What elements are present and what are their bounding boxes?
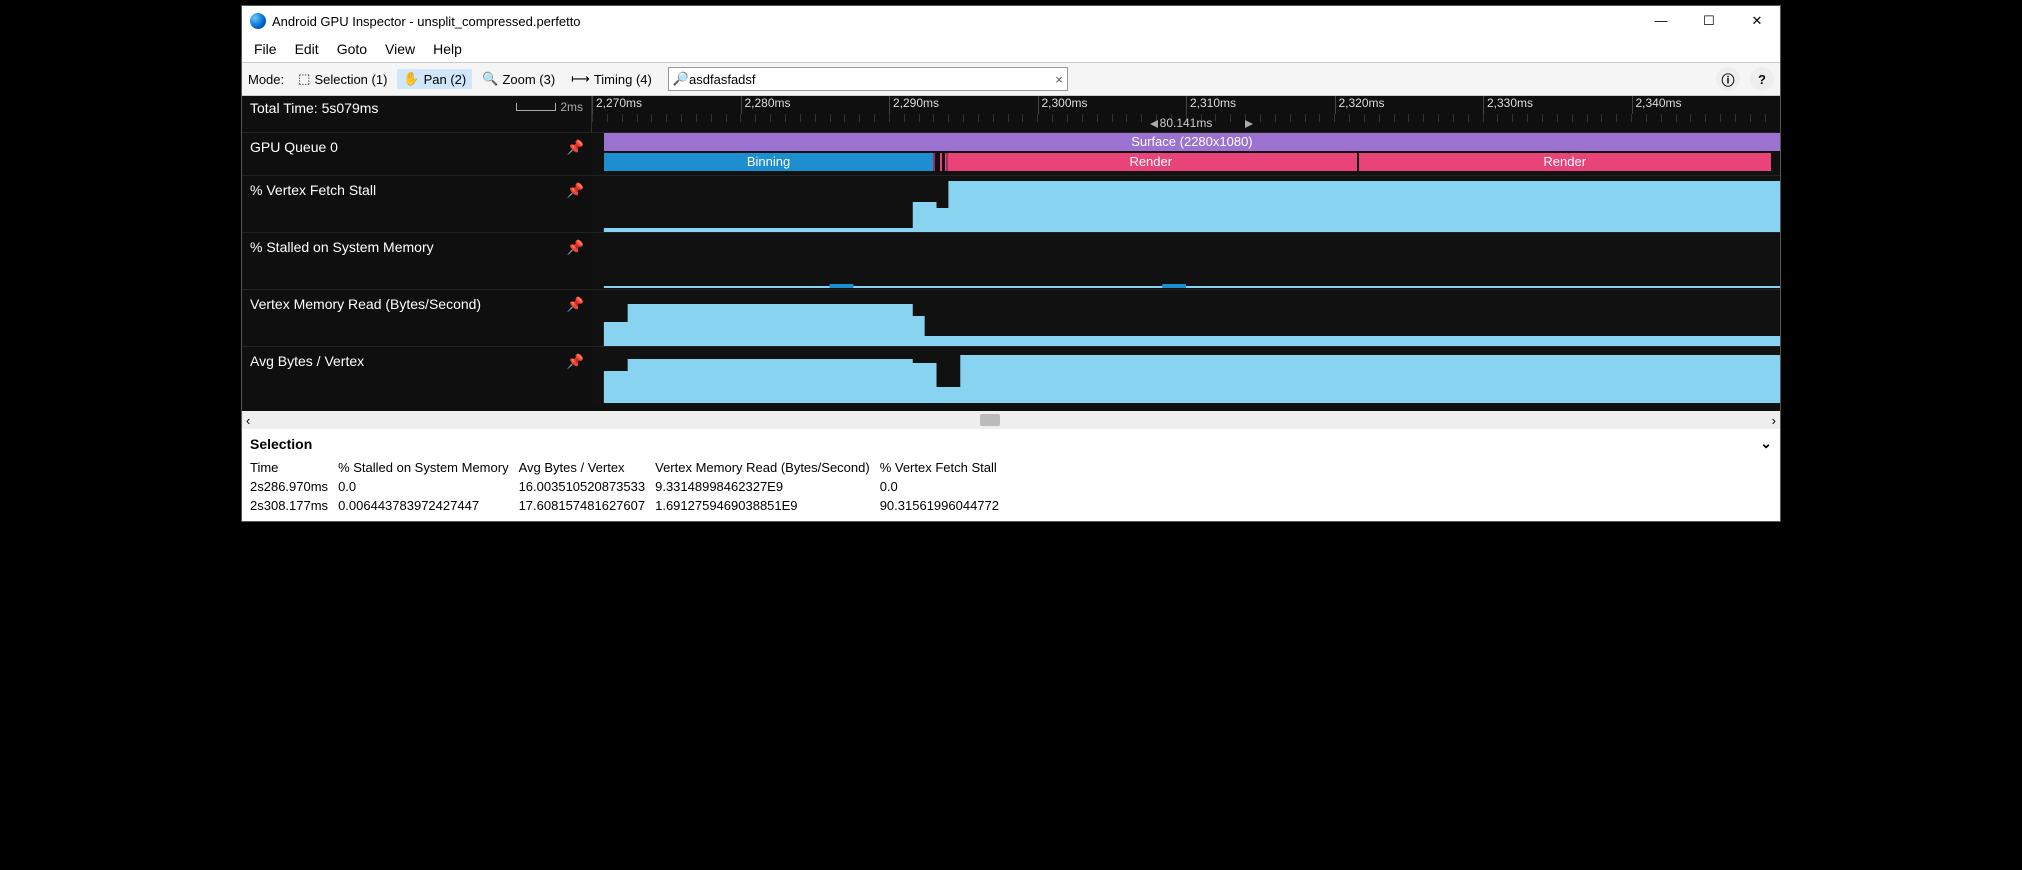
range-arrow-right-icon xyxy=(1245,120,1253,128)
table-header[interactable]: % Vertex Fetch Stall xyxy=(880,458,1009,477)
total-time: Total Time: 5s079ms xyxy=(250,100,378,116)
window-title: Android GPU Inspector - unsplit_compress… xyxy=(272,14,1646,29)
table-header[interactable]: % Stalled on System Memory xyxy=(338,458,519,477)
help-button[interactable]: ? xyxy=(1750,67,1774,91)
track-label-avg-bytes: Avg Bytes / Vertex xyxy=(250,353,364,369)
table-header[interactable]: Time xyxy=(250,458,338,477)
mode-pan-label: Pan (2) xyxy=(424,72,467,87)
range-annotation: 80.141ms xyxy=(592,116,1780,130)
time-ruler[interactable]: 2,270ms2,280ms2,290ms2,300ms2,310ms2,320… xyxy=(592,96,1780,132)
pin-icon[interactable]: 📌 xyxy=(567,296,584,313)
search-box[interactable]: 🔎 × xyxy=(668,67,1068,91)
menu-file[interactable]: File xyxy=(246,38,285,60)
scroll-thumb[interactable] xyxy=(980,414,1000,426)
mode-zoom-label: Zoom (3) xyxy=(502,72,555,87)
scroll-right-icon[interactable]: › xyxy=(1772,413,1776,428)
menu-view[interactable]: View xyxy=(377,38,423,60)
selection-table: Time% Stalled on System MemoryAvg Bytes … xyxy=(250,458,1009,515)
close-button[interactable]: ✕ xyxy=(1742,13,1772,29)
table-header[interactable]: Avg Bytes / Vertex xyxy=(519,458,656,477)
pin-icon[interactable]: 📌 xyxy=(567,353,584,370)
app-window: Android GPU Inspector - unsplit_compress… xyxy=(241,5,1781,522)
table-row[interactable]: 2s286.970ms0.016.0035105208735339.331489… xyxy=(250,477,1009,496)
track-label-vertex-fetch: % Vertex Fetch Stall xyxy=(250,182,376,198)
selection-title: Selection xyxy=(250,436,312,452)
selection-icon: ⬚ xyxy=(298,71,310,87)
track-body-gpu-queue[interactable]: Surface (2280x1080) Binning Render Rende… xyxy=(592,133,1780,175)
menubar: File Edit Goto View Help xyxy=(242,36,1780,62)
menu-help[interactable]: Help xyxy=(425,38,470,60)
chevron-down-icon[interactable]: ⌄ xyxy=(1760,435,1772,452)
track-gpu-queue: GPU Queue 0 📌 Surface (2280x1080) Binnin… xyxy=(242,132,1780,175)
app-icon xyxy=(250,13,266,29)
track-avg-bytes: Avg Bytes / Vertex 📌 xyxy=(242,346,1780,403)
ruler-tick: 2,290ms xyxy=(889,96,1038,114)
table-row[interactable]: 2s308.177ms0.00644378397242744717.608157… xyxy=(250,496,1009,515)
search-icon: 🔎 xyxy=(673,71,689,87)
maximize-button[interactable]: ☐ xyxy=(1694,13,1724,29)
stage-render-1[interactable]: Render xyxy=(945,153,1357,171)
timeline-header: Total Time: 5s079ms 2ms 2,270ms2,280ms2,… xyxy=(242,96,1780,132)
stage-render-2[interactable]: Render xyxy=(1359,153,1771,171)
ruler-tick: 2,330ms xyxy=(1483,96,1632,114)
timeline[interactable]: Total Time: 5s079ms 2ms 2,270ms2,280ms2,… xyxy=(242,96,1780,411)
horizontal-scrollbar[interactable]: ‹ › xyxy=(242,411,1780,429)
pan-icon: ✋ xyxy=(403,71,419,87)
pin-icon[interactable]: 📌 xyxy=(567,139,584,156)
track-stalled-sysmem: % Stalled on System Memory 📌 xyxy=(242,232,1780,289)
track-vertex-fetch-stall: % Vertex Fetch Stall 📌 xyxy=(242,175,1780,232)
graph-avg-bytes[interactable] xyxy=(592,347,1780,403)
scroll-left-icon[interactable]: ‹ xyxy=(246,413,250,428)
stage-sliver[interactable] xyxy=(933,153,935,171)
surface-bar[interactable]: Surface (2280x1080) xyxy=(604,133,1780,151)
graph-vertex-fetch[interactable] xyxy=(592,176,1780,232)
graph-vmem-read[interactable] xyxy=(592,290,1780,346)
track-vmem-read: Vertex Memory Read (Bytes/Second) 📌 xyxy=(242,289,1780,346)
mode-label: Mode: xyxy=(248,72,284,87)
pin-icon[interactable]: 📌 xyxy=(567,239,584,256)
search-input[interactable] xyxy=(689,72,1055,87)
mode-selection[interactable]: ⬚ Selection (1) xyxy=(292,69,393,89)
zoom-icon: 🔍 xyxy=(482,71,498,87)
timing-icon: ⟼ xyxy=(571,71,590,87)
stage-sliver[interactable] xyxy=(940,153,942,171)
toolbar: Mode: ⬚ Selection (1) ✋ Pan (2) 🔍 Zoom (… xyxy=(242,62,1780,96)
table-header[interactable]: Vertex Memory Read (Bytes/Second) xyxy=(655,458,880,477)
graph-stalled-sysmem[interactable] xyxy=(592,233,1780,289)
ruler-tick: 2,270ms xyxy=(592,96,741,114)
track-label-stalled-sysmem: % Stalled on System Memory xyxy=(250,239,434,255)
ruler-tick: 2,320ms xyxy=(1335,96,1484,114)
ruler-tick: 2,280ms xyxy=(741,96,890,114)
mode-timing-label: Timing (4) xyxy=(594,72,652,87)
mode-timing[interactable]: ⟼ Timing (4) xyxy=(565,69,658,89)
ruler-tick: 2,300ms xyxy=(1038,96,1187,114)
track-label-vmem-read: Vertex Memory Read (Bytes/Second) xyxy=(250,296,481,312)
mode-selection-label: Selection (1) xyxy=(314,72,387,87)
search-clear[interactable]: × xyxy=(1055,72,1063,87)
scale-indicator: 2ms xyxy=(516,100,583,114)
track-label-gpu-queue: GPU Queue 0 xyxy=(250,139,338,155)
menu-goto[interactable]: Goto xyxy=(329,38,375,60)
stage-sliver[interactable] xyxy=(946,153,948,171)
titlebar: Android GPU Inspector - unsplit_compress… xyxy=(242,6,1780,36)
mode-pan[interactable]: ✋ Pan (2) xyxy=(397,69,472,89)
menu-edit[interactable]: Edit xyxy=(287,38,327,60)
window-controls: — ☐ ✕ xyxy=(1646,13,1772,29)
ruler-tick: 2,340ms xyxy=(1632,96,1781,114)
info-button[interactable]: ⓘ xyxy=(1716,67,1740,91)
range-arrow-left-icon xyxy=(1150,120,1158,128)
selection-panel: Selection ⌄ Time% Stalled on System Memo… xyxy=(242,429,1780,521)
ruler-tick: 2,310ms xyxy=(1186,96,1335,114)
pin-icon[interactable]: 📌 xyxy=(567,182,584,199)
minimize-button[interactable]: — xyxy=(1646,13,1676,29)
stage-binning[interactable]: Binning xyxy=(604,153,933,171)
mode-zoom[interactable]: 🔍 Zoom (3) xyxy=(476,69,561,89)
